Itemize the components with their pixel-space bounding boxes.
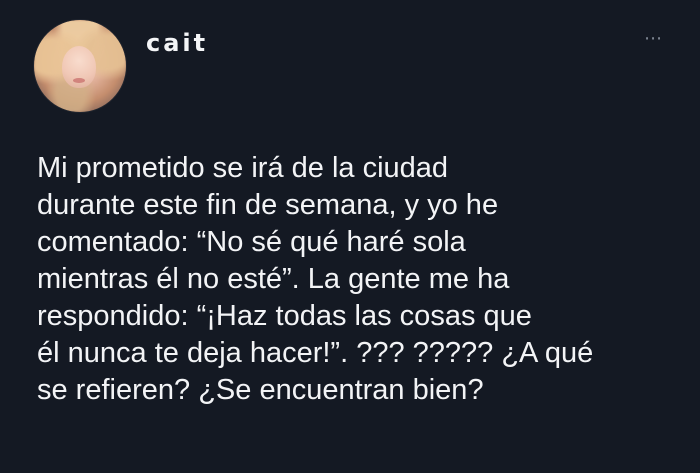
avatar-lips [73, 78, 85, 83]
more-horizontal-icon[interactable]: ⋯ [641, 30, 665, 48]
tweet-card: cait ⋯ Mi prometido se irá de la ciudad … [0, 0, 700, 473]
username[interactable]: cait [146, 29, 208, 57]
tweet-line-7: se refieren? ¿Se encuentran bien? [37, 374, 484, 406]
avatar[interactable] [34, 20, 126, 112]
tweet-line-4: mientras él no esté”. La gente me ha [37, 263, 510, 295]
tweet-line-1: Mi prometido se irá de la ciudad [37, 152, 449, 184]
tweet-line-3: comentado: “No sé qué haré sola [37, 226, 466, 258]
tweet-line-5: respondido: “¡Haz todas las cosas que [37, 300, 532, 332]
tweet-line-2: durante este fin de semana, y yo he [37, 189, 499, 221]
tweet-text: Mi prometido se irá de la ciudad durante… [37, 150, 663, 409]
tweet-line-6: él nunca te deja hacer!”. ??? ????? ¿A q… [37, 337, 594, 369]
